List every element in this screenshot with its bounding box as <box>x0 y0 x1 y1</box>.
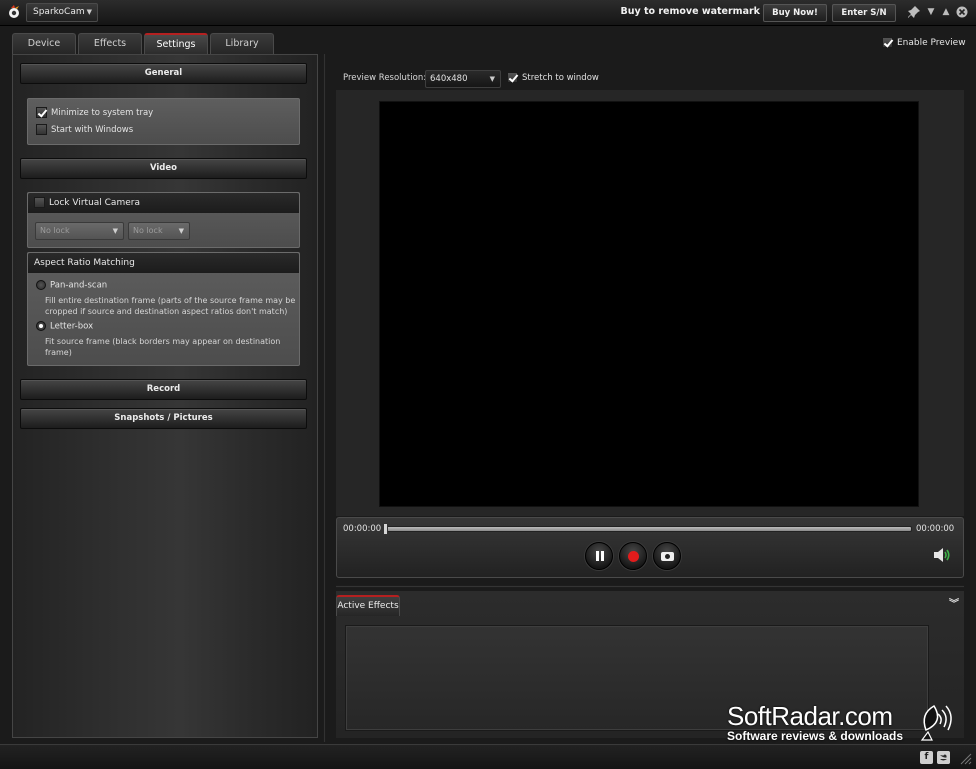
pan-and-scan-desc-line-1: Fill entire destination frame (parts of … <box>45 296 296 305</box>
checkbox-icon[interactable] <box>507 72 518 83</box>
pan-and-scan-desc-line-2: cropped if source and destination aspect… <box>45 307 288 316</box>
lock-select-1-value: No lock <box>40 226 70 235</box>
general-group <box>27 98 300 145</box>
chevron-down-icon: ▼ <box>112 227 118 235</box>
record-button[interactable] <box>619 542 647 570</box>
letter-box-label: Letter-box <box>50 321 94 332</box>
checkbox-icon[interactable] <box>36 124 47 135</box>
tab-device[interactable]: Device <box>12 33 76 54</box>
close-icon[interactable] <box>955 5 969 19</box>
letter-box-desc-line-1: Fit source frame (black borders may appe… <box>45 337 281 346</box>
app-name: SparkoCam <box>33 7 85 17</box>
app-menu-dropdown[interactable]: SparkoCam ▼ <box>26 3 98 22</box>
lock-select-1[interactable]: No lock ▼ <box>35 222 124 240</box>
chevron-down-icon: ▼ <box>178 227 184 235</box>
preview-resolution-select[interactable]: 640x480 ▼ <box>425 70 501 88</box>
stretch-to-window-checkbox[interactable]: Stretch to window <box>507 72 599 83</box>
total-time: 00:00:00 <box>916 524 955 534</box>
letter-box-radio[interactable]: Letter-box <box>36 321 93 332</box>
satellite-dish-icon <box>920 704 952 741</box>
watermark-title: SoftRadar.com <box>727 701 893 731</box>
radio-icon[interactable] <box>36 321 46 331</box>
double-chevron-down-icon[interactable]: ︾ <box>947 598 961 612</box>
minimize-tray-label: Minimize to system tray <box>51 108 154 118</box>
start-windows-label: Start with Windows <box>51 125 134 135</box>
pin-icon[interactable] <box>907 5 921 19</box>
softradar-watermark: SoftRadar.com Software reviews & downloa… <box>727 702 927 743</box>
pause-button[interactable] <box>585 542 613 570</box>
checkbox-icon[interactable] <box>882 37 893 48</box>
tab-effects[interactable]: Effects <box>78 33 142 54</box>
lock-camera-bar: Lock Virtual Camera <box>28 193 299 213</box>
checkbox-icon[interactable] <box>34 197 45 208</box>
tab-active-effects[interactable]: Active Effects <box>336 595 400 616</box>
restore-icon[interactable]: ▲ <box>939 5 953 19</box>
status-bar <box>0 744 976 769</box>
snapshot-button[interactable] <box>653 542 681 570</box>
horizontal-splitter[interactable] <box>336 585 964 588</box>
pan-and-scan-label: Pan-and-scan <box>50 280 108 291</box>
minimize-tray-checkbox[interactable]: Minimize to system tray <box>36 107 153 118</box>
lock-select-2-value: No lock <box>133 226 163 235</box>
twitter-icon[interactable] <box>937 751 950 764</box>
letter-box-description: Fit source frame (black borders may appe… <box>45 336 280 358</box>
enter-sn-button[interactable]: Enter S/N <box>832 4 896 22</box>
video-section-header[interactable]: Video <box>20 158 307 179</box>
sparkocam-logo-icon <box>9 5 19 18</box>
chevron-down-icon: ▼ <box>86 8 92 16</box>
pan-and-scan-description: Fill entire destination frame (parts of … <box>45 295 295 317</box>
watermark-notice: Buy to remove watermark <box>620 6 760 17</box>
enable-preview-label: Enable Preview <box>897 38 966 48</box>
snapshots-section-header[interactable]: Snapshots / Pictures <box>20 408 307 429</box>
record-section-header[interactable]: Record <box>20 379 307 400</box>
aspect-ratio-header: Aspect Ratio Matching <box>28 253 299 273</box>
resize-grip-icon[interactable] <box>958 751 972 765</box>
tab-settings[interactable]: Settings <box>144 33 208 54</box>
checkbox-icon[interactable] <box>36 107 47 118</box>
buy-now-button[interactable]: Buy Now! <box>763 4 827 22</box>
chevron-down-icon: ▼ <box>489 75 495 83</box>
seek-bar[interactable] <box>385 526 912 532</box>
preview-resolution-value: 640x480 <box>430 74 468 84</box>
start-windows-checkbox[interactable]: Start with Windows <box>36 124 133 135</box>
general-section-header[interactable]: General <box>20 63 307 84</box>
vertical-splitter[interactable] <box>323 54 326 742</box>
enable-preview-checkbox[interactable]: Enable Preview <box>882 37 966 48</box>
stretch-to-window-label: Stretch to window <box>522 73 599 83</box>
letter-box-desc-line-2: frame) <box>45 348 72 357</box>
title-bar <box>0 0 976 26</box>
lock-select-2[interactable]: No lock ▼ <box>128 222 190 240</box>
lock-virtual-camera-label: Lock Virtual Camera <box>49 198 140 208</box>
radio-icon[interactable] <box>36 280 46 290</box>
current-time: 00:00:00 <box>343 524 382 534</box>
video-preview-screen <box>379 101 919 507</box>
preview-resolution-label: Preview Resolution: <box>343 73 427 83</box>
seek-thumb[interactable] <box>383 523 388 535</box>
minimize-icon[interactable]: ▼ <box>924 5 938 19</box>
watermark-subtitle: Software reviews & downloads <box>727 729 904 743</box>
tab-library[interactable]: Library <box>210 33 274 54</box>
pan-and-scan-radio[interactable]: Pan-and-scan <box>36 280 107 291</box>
volume-icon[interactable] <box>933 547 951 563</box>
facebook-icon[interactable]: f <box>920 751 933 764</box>
